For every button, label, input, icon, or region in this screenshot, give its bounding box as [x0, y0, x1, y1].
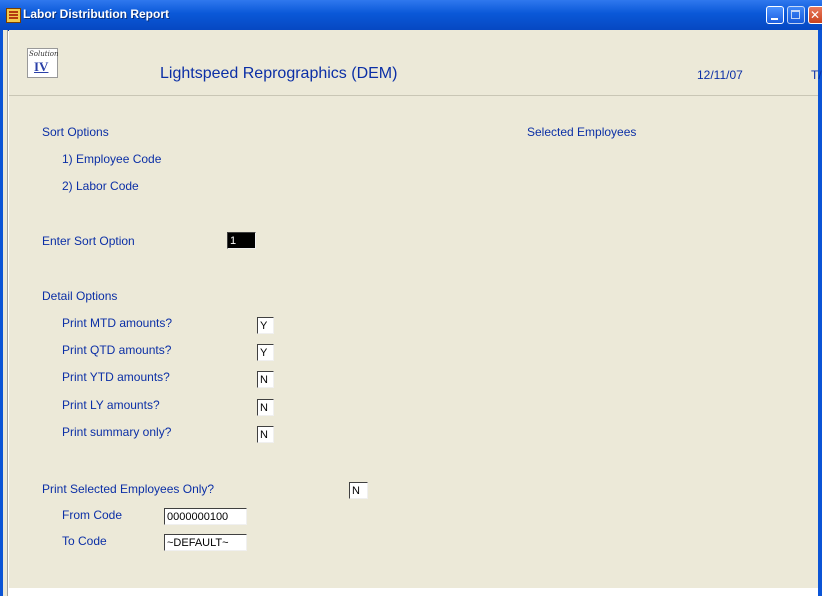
- print-selected-employees-label: Print Selected Employees Only?: [42, 482, 215, 496]
- print-qtd-input[interactable]: Y: [257, 344, 274, 361]
- print-ly-label: Print LY amounts?: [62, 398, 160, 412]
- print-ytd-label: Print YTD amounts?: [62, 370, 170, 384]
- logo-script-text: Solution: [29, 50, 59, 58]
- header-truncated-text: T/: [811, 68, 822, 82]
- close-button[interactable]: [808, 6, 822, 24]
- to-code-label: To Code: [62, 534, 107, 548]
- print-qtd-label: Print QTD amounts?: [62, 343, 172, 357]
- title-bar: Labor Distribution Report: [0, 0, 822, 31]
- from-code-input[interactable]: 0000000100: [164, 508, 247, 525]
- sort-option-input[interactable]: 1: [227, 232, 256, 249]
- maximize-button[interactable]: [787, 6, 805, 24]
- print-selected-employees-input[interactable]: N: [349, 482, 368, 499]
- sort-options-heading: Sort Options: [42, 125, 109, 139]
- print-ly-input[interactable]: N: [257, 399, 274, 416]
- from-code-label: From Code: [62, 508, 123, 522]
- solution-iv-logo: Solution IV: [27, 48, 59, 78]
- report-header: Solution IV Lightspeed Reprographics (DE…: [9, 30, 822, 95]
- to-code-input[interactable]: ~DEFAULT~: [164, 534, 247, 551]
- sort-option-employee-code: 1) Employee Code: [62, 152, 162, 166]
- window-title: Labor Distribution Report: [23, 7, 169, 21]
- print-mtd-input[interactable]: Y: [257, 317, 274, 334]
- window-frame-right: [818, 30, 822, 596]
- print-mtd-label: Print MTD amounts?: [62, 316, 173, 330]
- report-date: 12/11/07: [697, 68, 743, 82]
- print-summary-label: Print summary only?: [62, 425, 172, 439]
- window-frame-left: [0, 30, 8, 596]
- selected-employees-heading: Selected Employees: [527, 125, 637, 139]
- status-strip: [9, 590, 818, 596]
- print-summary-input[interactable]: N: [257, 426, 274, 443]
- minimize-button[interactable]: [766, 6, 784, 24]
- enter-sort-option-label: Enter Sort Option: [42, 234, 135, 248]
- company-name: Lightspeed Reprographics (DEM): [160, 65, 398, 82]
- form-area: Solution IV Lightspeed Reprographics (DE…: [9, 30, 822, 590]
- app-icon[interactable]: [6, 8, 21, 23]
- sort-option-labor-code: 2) Labor Code: [62, 179, 139, 193]
- logo-numeral: IV: [34, 59, 49, 74]
- detail-options-heading: Detail Options: [42, 289, 118, 303]
- header-divider: [9, 95, 818, 96]
- print-ytd-input[interactable]: N: [257, 371, 274, 388]
